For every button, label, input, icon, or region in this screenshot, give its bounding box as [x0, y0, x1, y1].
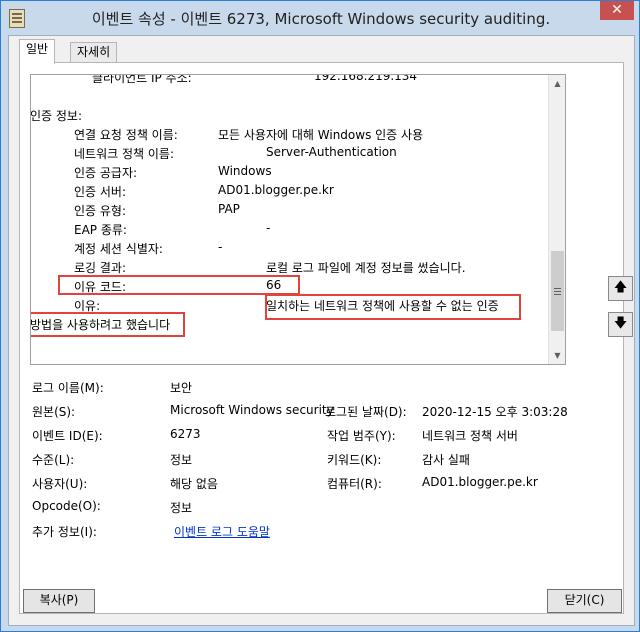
keywords-label: 키워드(K): — [327, 453, 382, 467]
client-ip-value: 192.168.219.134 — [314, 74, 418, 83]
window-title: 이벤트 속성 - 이벤트 6273, Microsoft Windows sec… — [91, 10, 551, 28]
opcode-value: 정보 — [170, 501, 193, 515]
previous-event-button[interactable]: 🡅 — [608, 276, 633, 301]
description-value: - — [218, 240, 223, 254]
description-scrollbar[interactable]: ▲ ▼ — [548, 75, 565, 364]
event-properties-window: 이벤트 속성 - 이벤트 6273, Microsoft Windows sec… — [0, 0, 640, 632]
description-label: 로깅 결과: — [74, 261, 127, 275]
computer-value: AD01.blogger.pe.kr — [422, 475, 538, 489]
source-value: Microsoft Windows security — [170, 403, 334, 417]
description-value: 모든 사용자에 대해 Windows 인증 사용 — [218, 128, 424, 142]
logged-value: 2020-12-15 오후 3:03:28 — [422, 405, 568, 419]
scroll-up-arrow-icon[interactable]: ▲ — [549, 75, 565, 92]
logged-label: 로그된 날짜(D): — [325, 405, 407, 419]
dialog-body: 일반 자세히 클라이언트 IP 주소: 192.168.219.134 인증 정… — [8, 35, 635, 626]
description-label: 네트워크 정책 이름: — [74, 147, 174, 161]
log-name-label: 로그 이름(M): — [32, 381, 104, 395]
event-id-label: 이벤트 ID(E): — [32, 429, 103, 443]
highlight-box — [265, 294, 521, 320]
tab-details[interactable]: 자세히 — [70, 42, 118, 63]
description-label: EAP 종류: — [74, 223, 127, 237]
description-label: 연결 요청 정책 이름: — [74, 128, 178, 142]
event-id-value: 6273 — [170, 427, 201, 441]
log-name-value: 보안 — [170, 381, 193, 395]
event-description-textbox[interactable]: 클라이언트 IP 주소: 192.168.219.134 인증 정보: 연결 요… — [30, 74, 566, 365]
general-tab-panel: 클라이언트 IP 주소: 192.168.219.134 인증 정보: 연결 요… — [19, 62, 633, 614]
description-label: 인증 공급자: — [74, 166, 138, 180]
scrollbar-thumb[interactable] — [551, 251, 564, 331]
user-value: 해당 없음 — [170, 477, 218, 491]
source-label: 원본(S): — [32, 405, 76, 419]
description-label: 계정 세션 식별자: — [74, 242, 163, 256]
more-info-label: 추가 정보(I): — [32, 525, 97, 539]
event-log-help-link[interactable]: 이벤트 로그 도움말 — [174, 523, 270, 540]
highlight-box — [31, 312, 185, 337]
description-value: 로컬 로그 파일에 계정 정보를 썼습니다. — [266, 261, 466, 275]
scroll-down-arrow-icon[interactable]: ▼ — [549, 347, 565, 364]
tab-general[interactable]: 일반 — [19, 39, 56, 64]
title-bar[interactable]: 이벤트 속성 - 이벤트 6273, Microsoft Windows sec… — [1, 1, 639, 35]
opcode-label: Opcode(O): — [32, 499, 101, 513]
user-label: 사용자(U): — [32, 477, 88, 491]
description-value: Server-Authentication — [266, 145, 397, 159]
client-ip-label: 클라이언트 IP 주소: — [92, 74, 192, 85]
copy-button[interactable]: 복사(P) — [23, 589, 95, 613]
description-value: - — [266, 221, 271, 235]
description-value: PAP — [218, 202, 240, 216]
auth-info-header: 인증 정보: — [30, 109, 83, 123]
description-value: Windows — [218, 164, 272, 178]
task-category-label: 작업 범주(Y): — [327, 429, 396, 443]
description-label: 인증 유형: — [74, 204, 127, 218]
computer-label: 컴퓨터(R): — [327, 477, 382, 491]
next-event-button[interactable]: 🡇 — [608, 312, 633, 337]
close-button[interactable]: 닫기(C) — [547, 589, 622, 613]
keywords-value: 감사 실패 — [422, 453, 470, 467]
close-window-button[interactable]: ✕ — [600, 1, 634, 20]
description-value: AD01.blogger.pe.kr — [218, 183, 334, 197]
level-label: 수준(L): — [32, 453, 75, 467]
description-label: 인증 서버: — [74, 185, 127, 199]
task-category-value: 네트워크 정책 서버 — [422, 429, 518, 443]
grip-icon — [554, 288, 561, 289]
highlight-box — [58, 275, 300, 295]
level-value: 정보 — [170, 453, 193, 467]
